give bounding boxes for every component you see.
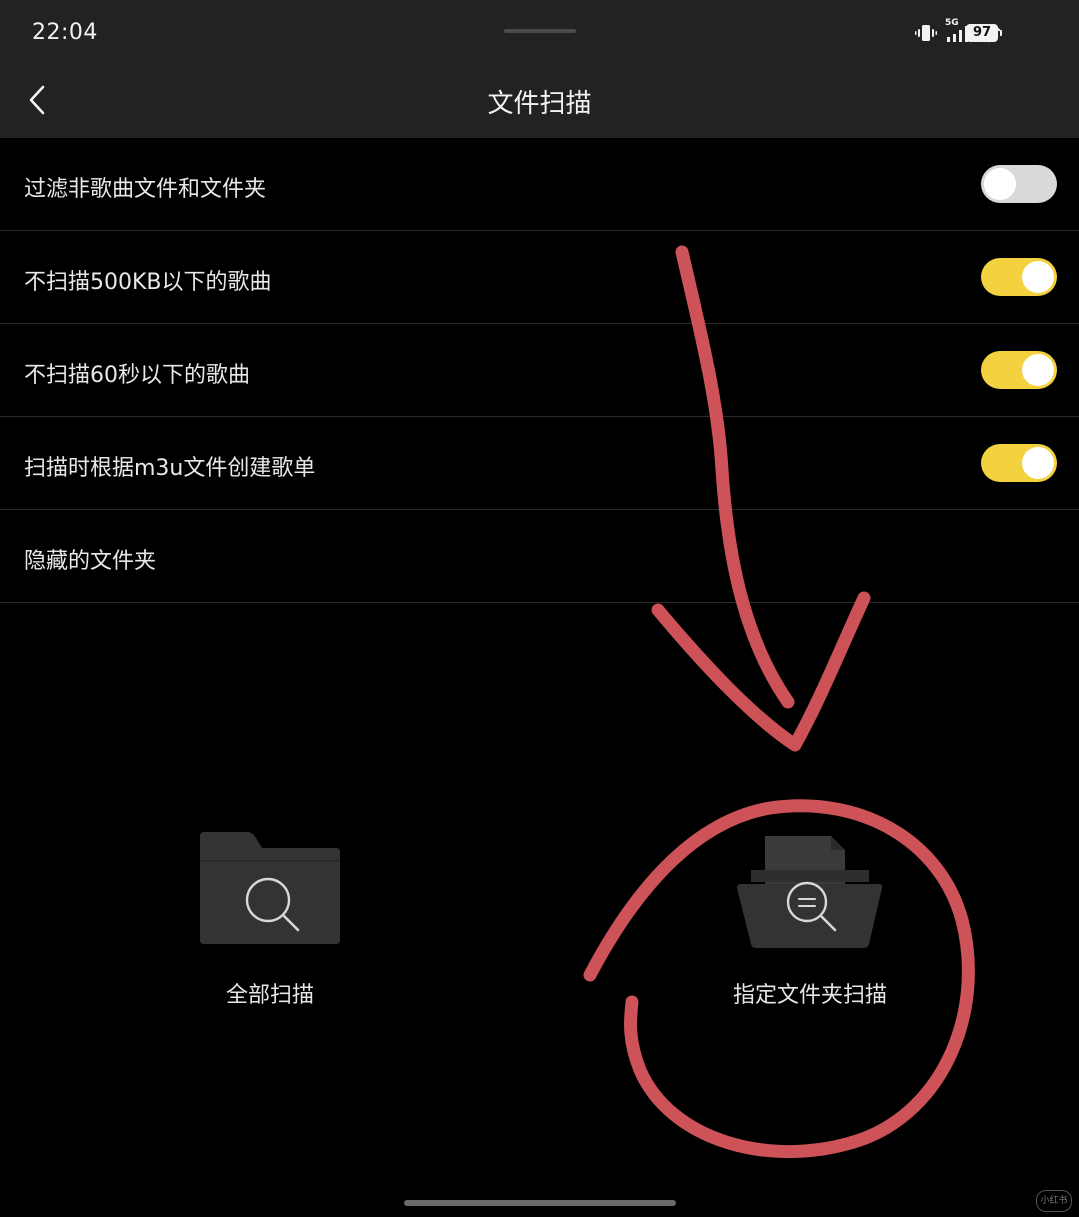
folder-search-icon: [200, 830, 340, 950]
annotation-arrow-head: [651, 591, 871, 752]
status-time: 22:04: [32, 20, 98, 45]
vibrate-icon: [915, 23, 937, 43]
nav-bar: 文件扫描: [0, 66, 1079, 138]
scan-all-label: 全部扫描: [225, 983, 314, 1008]
setting-label: 隐藏的文件夹: [24, 549, 157, 574]
scan-folder-button[interactable]: 指定文件夹扫描: [710, 830, 910, 1009]
toggle-knob: [1022, 261, 1054, 293]
setting-hidden-folders[interactable]: 隐藏的文件夹: [0, 510, 1079, 603]
settings-list: 过滤非歌曲文件和文件夹 不扫描500KB以下的歌曲 不扫描60秒以下的歌曲 扫描…: [0, 138, 1079, 603]
watermark-logo: 小红书: [1036, 1190, 1072, 1212]
network-type: 5G: [945, 18, 959, 28]
toggle-knob: [1022, 354, 1054, 386]
skip-short-songs-toggle[interactable]: [981, 351, 1057, 389]
scan-folder-label: 指定文件夹扫描: [732, 983, 887, 1008]
setting-label: 过滤非歌曲文件和文件夹: [24, 177, 267, 202]
page-title: 文件扫描: [487, 89, 592, 119]
open-folder-search-icon: [737, 830, 883, 954]
setting-filter-non-songs[interactable]: 过滤非歌曲文件和文件夹: [0, 138, 1079, 231]
drag-handle[interactable]: [504, 29, 576, 33]
home-indicator[interactable]: [404, 1200, 676, 1206]
toggle-knob: [1022, 447, 1054, 479]
setting-label: 不扫描60秒以下的歌曲: [24, 363, 250, 388]
setting-skip-small-files[interactable]: 不扫描500KB以下的歌曲: [0, 231, 1079, 324]
filter-non-songs-toggle[interactable]: [981, 165, 1057, 203]
setting-label: 不扫描500KB以下的歌曲: [24, 270, 272, 295]
setting-label: 扫描时根据m3u文件创建歌单: [24, 456, 316, 481]
toggle-knob: [984, 168, 1016, 200]
setting-skip-short-songs[interactable]: 不扫描60秒以下的歌曲: [0, 324, 1079, 417]
m3u-playlists-toggle[interactable]: [981, 444, 1057, 482]
skip-small-files-toggle[interactable]: [981, 258, 1057, 296]
setting-m3u-playlists[interactable]: 扫描时根据m3u文件创建歌单: [0, 417, 1079, 510]
battery-icon: 97: [966, 24, 1002, 42]
scan-all-button[interactable]: 全部扫描: [170, 830, 370, 1009]
status-bar: 22:04 5G 97: [0, 0, 1079, 66]
